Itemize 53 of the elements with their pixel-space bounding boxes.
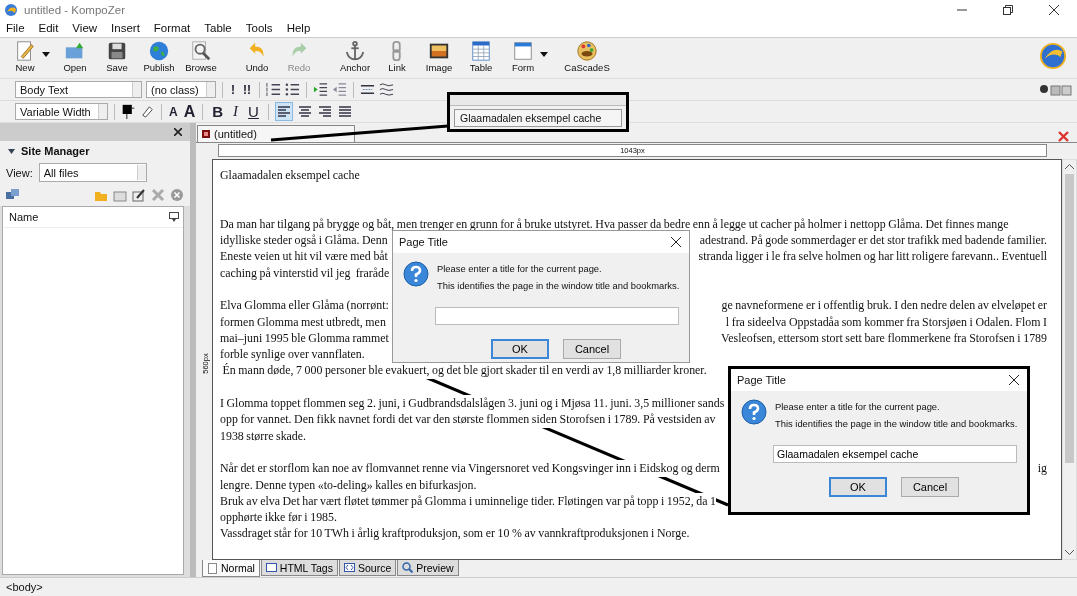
window-title: untitled - KompoZer — [24, 3, 125, 16]
toolbar-button[interactable]: Undo — [236, 40, 278, 73]
menu-item[interactable]: Table — [204, 22, 232, 34]
dialog-message: Please enter a title for the current page. — [437, 263, 603, 274]
menu-item[interactable]: View — [72, 22, 98, 34]
emphasis-button[interactable]: !! — [241, 80, 253, 99]
dialog-message: Please enter a title for the current page. — [775, 401, 941, 412]
title-input[interactable]: Glaamadalen eksempel cache — [773, 445, 1017, 463]
emphasis-button[interactable]: ! — [229, 80, 237, 99]
toolbar-button[interactable]: New — [4, 40, 46, 73]
status-text: <body> — [6, 581, 43, 593]
style-button[interactable]: B — [209, 102, 227, 121]
style-button[interactable]: I — [230, 102, 242, 121]
dialog-title: Page Title — [737, 374, 786, 386]
toolbar-button[interactable]: CaScadeS — [566, 40, 608, 73]
dialog-message: This identifies the page in the window title and bookmarks. — [775, 418, 1018, 429]
toolbar-button[interactable]: Form — [502, 40, 544, 73]
toolbar-button[interactable]: Open — [54, 40, 96, 73]
font-size-button[interactable]: A — [168, 102, 179, 121]
panel-title: Site Manager — [21, 145, 90, 157]
ok-button[interactable]: OK — [829, 477, 887, 497]
cancel-button[interactable]: Cancel — [901, 477, 959, 497]
menu-item[interactable]: Help — [286, 22, 311, 34]
toolbar-button[interactable]: Publish — [138, 40, 180, 73]
menu-item[interactable]: Insert — [111, 22, 140, 34]
view-tab[interactable]: Normal — [202, 560, 260, 577]
menu-item[interactable]: Tools — [245, 22, 273, 34]
ok-button[interactable]: OK — [491, 339, 549, 359]
view-tab[interactable]: HTML Tags — [260, 560, 338, 576]
toolbar-button[interactable]: Anchor — [334, 40, 376, 73]
view-tab[interactable]: Preview — [397, 560, 459, 576]
file-list[interactable]: Name — [2, 206, 184, 575]
toolbar-button[interactable]: Link — [376, 40, 418, 73]
dialog-message: This identifies the page in the window title and bookmarks. — [437, 280, 680, 291]
class-dropdown[interactable]: (no class) — [146, 81, 216, 98]
document-tab[interactable]: (untitled) — [197, 124, 355, 142]
menu-item[interactable]: Format — [153, 22, 191, 34]
toolbar-button[interactable]: Table — [460, 40, 502, 73]
font-size-button[interactable]: A — [182, 102, 197, 121]
view-label: View: — [6, 166, 33, 179]
cancel-button[interactable]: Cancel — [563, 339, 621, 359]
toolbar-button[interactable]: Image — [418, 40, 460, 73]
column-header[interactable]: Name — [9, 211, 39, 223]
toolbar-button[interactable]: Browse — [180, 40, 222, 73]
view-dropdown[interactable]: All files — [38, 163, 147, 182]
paragraph-format-dropdown[interactable]: Body Text — [15, 81, 142, 98]
menu-item[interactable]: Edit — [38, 22, 59, 34]
menu-item[interactable]: File — [6, 22, 25, 34]
style-button[interactable]: U — [245, 102, 262, 121]
dialog-title: Page Title — [399, 236, 448, 248]
font-dropdown[interactable]: Variable Width — [15, 103, 108, 120]
view-tab[interactable]: Source — [338, 560, 397, 576]
toolbar-button[interactable]: Save — [96, 40, 138, 73]
